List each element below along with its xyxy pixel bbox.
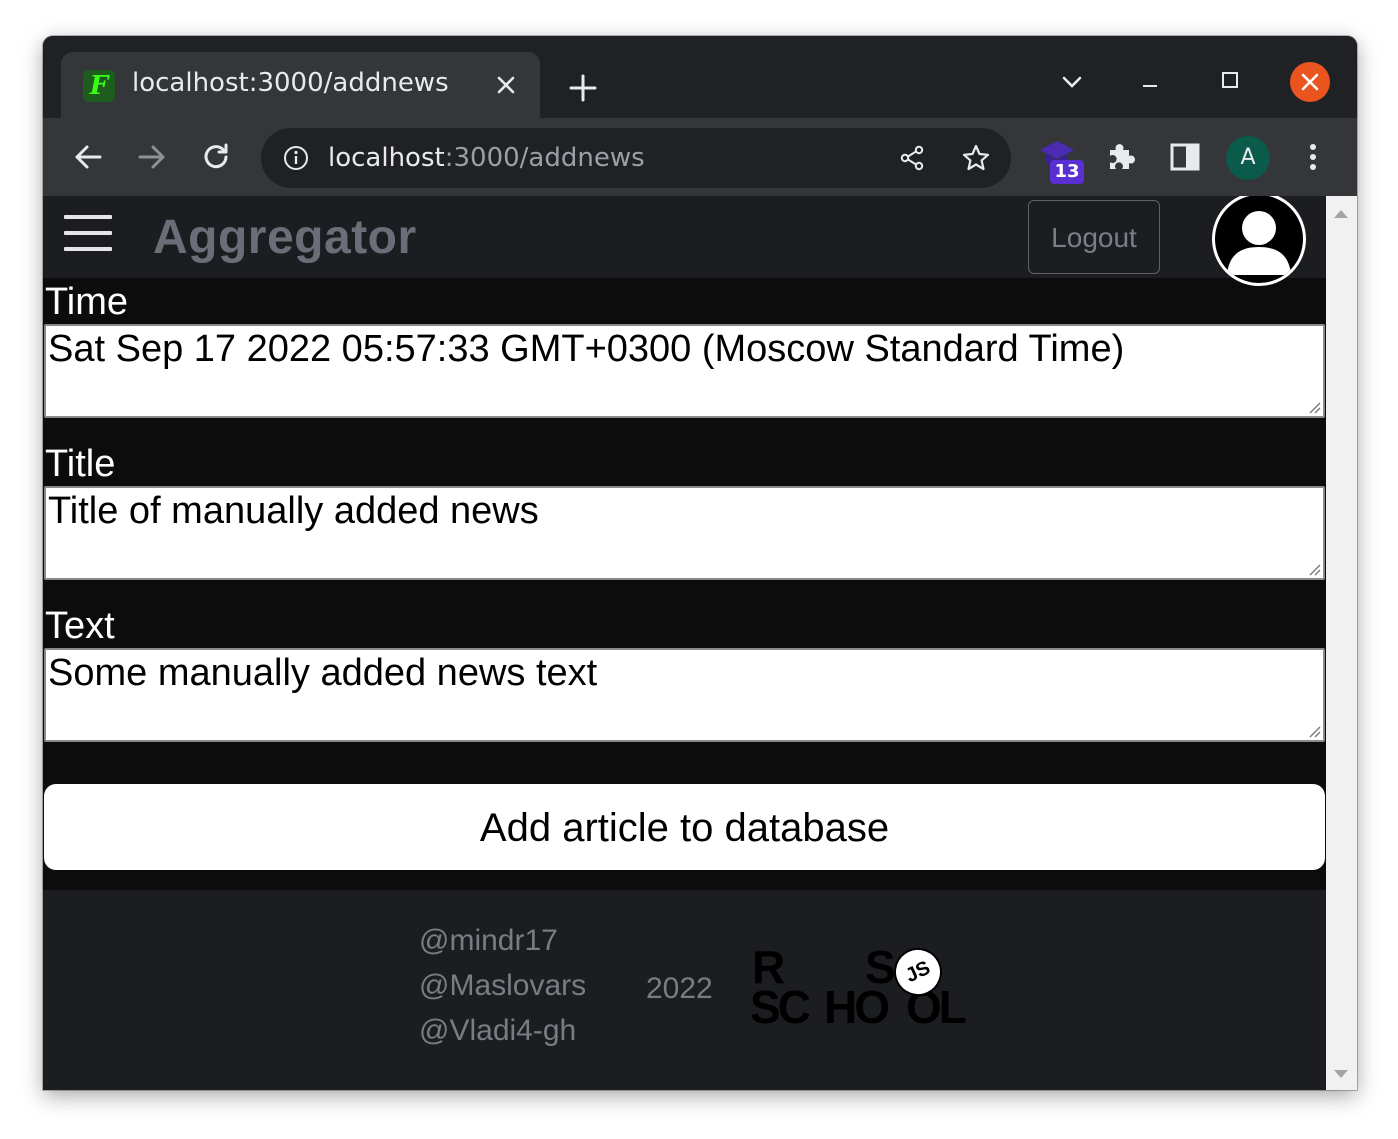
arrow-right-icon[interactable] bbox=[133, 138, 171, 176]
info-icon[interactable] bbox=[282, 144, 310, 172]
profile-avatar[interactable]: A bbox=[1226, 136, 1270, 180]
url-host: localhost bbox=[328, 143, 445, 173]
window-close-button[interactable] bbox=[1290, 62, 1330, 102]
arrow-left-icon[interactable] bbox=[69, 138, 107, 176]
time-label: Time bbox=[45, 281, 129, 323]
logo-letter: SC bbox=[750, 981, 811, 1033]
reload-icon[interactable] bbox=[197, 138, 235, 176]
extension-badge: 13 bbox=[1050, 160, 1084, 184]
resize-grip-icon[interactable] bbox=[1307, 724, 1321, 738]
share-icon[interactable] bbox=[897, 143, 927, 173]
tab-title: localhost:3000/addnews bbox=[132, 68, 449, 98]
brand-logo-text[interactable]: Aggregator bbox=[153, 210, 417, 265]
url-path: :3000/addnews bbox=[444, 143, 645, 173]
url-text: localhost:3000/addnews bbox=[328, 143, 645, 173]
vertical-scrollbar[interactable] bbox=[1326, 196, 1357, 1090]
title-label: Title bbox=[45, 443, 116, 485]
title-field[interactable]: Title of manually added news bbox=[44, 486, 1325, 580]
browser-tab[interactable]: F localhost:3000/addnews bbox=[61, 52, 540, 118]
browser-window: F localhost:3000/addnews localhost:3000/… bbox=[43, 36, 1357, 1090]
star-icon[interactable] bbox=[960, 142, 992, 174]
logo-letter: HO bbox=[824, 981, 890, 1033]
resize-grip-icon[interactable] bbox=[1307, 562, 1321, 576]
scroll-up-arrow-icon[interactable] bbox=[1334, 210, 1348, 218]
minimize-icon[interactable] bbox=[1127, 60, 1173, 100]
title-value: Title of manually added news bbox=[48, 490, 539, 532]
text-value: Some manually added news text bbox=[48, 652, 598, 694]
close-icon bbox=[1301, 73, 1319, 91]
text-field[interactable]: Some manually added news text bbox=[44, 648, 1325, 742]
maximize-icon[interactable] bbox=[1207, 60, 1253, 100]
site-header: Aggregator Logout bbox=[43, 196, 1326, 286]
browser-toolbar: localhost:3000/addnews 13 A bbox=[43, 118, 1357, 196]
rs-school-logo[interactable]: R S SC HO OL JS bbox=[750, 940, 980, 1033]
side-panel-icon[interactable] bbox=[1166, 138, 1204, 176]
tab-close-icon[interactable] bbox=[491, 70, 521, 100]
puzzle-icon[interactable] bbox=[1102, 138, 1140, 176]
copyright-year: 2022 bbox=[646, 972, 713, 1005]
new-tab-icon[interactable] bbox=[565, 70, 601, 106]
time-value: Sat Sep 17 2022 05:57:33 GMT+0300 (Mosco… bbox=[48, 328, 1125, 370]
hamburger-menu-icon[interactable] bbox=[64, 215, 112, 253]
resize-grip-icon[interactable] bbox=[1307, 400, 1321, 414]
tab-search-chevron-icon[interactable] bbox=[1049, 60, 1095, 100]
user-avatar-icon[interactable] bbox=[1212, 196, 1306, 286]
tab-strip: F localhost:3000/addnews bbox=[43, 36, 1357, 118]
kebab-menu-icon[interactable] bbox=[1294, 138, 1332, 176]
site-footer: @mindr17 @Maslovars @Vladi4-gh 2022 R S … bbox=[43, 890, 1326, 1090]
scroll-down-arrow-icon[interactable] bbox=[1334, 1070, 1348, 1078]
author-link[interactable]: @Maslovars bbox=[419, 969, 586, 1003]
text-label: Text bbox=[45, 605, 115, 647]
time-field[interactable]: Sat Sep 17 2022 05:57:33 GMT+0300 (Mosco… bbox=[44, 324, 1325, 418]
favicon-icon: F bbox=[83, 70, 115, 102]
page-viewport: Aggregator Logout Time Sat Sep 17 2022 0… bbox=[43, 196, 1326, 1090]
author-link[interactable]: @mindr17 bbox=[419, 924, 558, 958]
add-article-button[interactable]: Add article to database bbox=[44, 784, 1325, 870]
logout-button[interactable]: Logout bbox=[1028, 200, 1160, 274]
address-bar[interactable]: localhost:3000/addnews bbox=[261, 128, 1011, 188]
author-link[interactable]: @Vladi4-gh bbox=[419, 1014, 576, 1048]
